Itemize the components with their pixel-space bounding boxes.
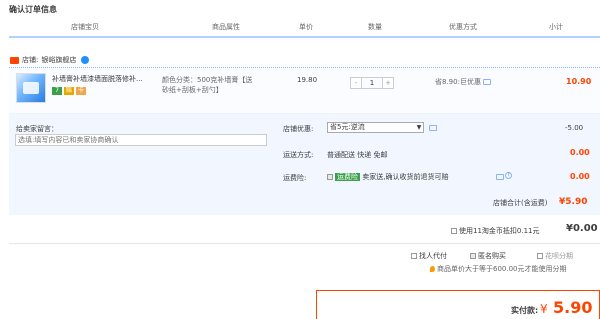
product-thumbnail[interactable] (16, 73, 46, 103)
divider (9, 243, 600, 244)
discount-message-icon[interactable] (429, 125, 437, 131)
column-header-shop-item: 店铺宝贝 (71, 23, 99, 31)
quantity-decrease-button[interactable]: - (351, 78, 361, 88)
final-currency: ¥ (540, 302, 548, 316)
coin-value: ¥0.00 (566, 223, 598, 234)
shop-total-value: ¥5.90 (559, 197, 588, 207)
remark-label: 给卖家留言： (16, 125, 58, 133)
shop-discount-selected: 省5元:逆流 (330, 123, 365, 131)
insurance-amount: 0.00 (570, 172, 590, 181)
quantity-increase-button[interactable]: + (383, 78, 393, 88)
coin-label: 使用11淘金币抵扣0.11元 (459, 227, 540, 235)
shipping-label: 运送方式: (283, 151, 314, 159)
help-icon[interactable]: ? (505, 172, 512, 179)
installment-label: 花呗分期 (545, 252, 573, 260)
installment-checkbox[interactable] (537, 253, 543, 259)
coin-option: 使用11淘金币抵扣0.11元 (451, 226, 540, 236)
final-amount: 5.90 (553, 298, 593, 317)
compensation-icon[interactable]: 赔 (64, 87, 74, 95)
anonymous-option: 匿名购买 (470, 251, 506, 261)
card-icon[interactable]: 卡 (76, 87, 86, 95)
seven-day-return-icon[interactable]: 7 (52, 87, 62, 95)
column-header-attributes: 商品属性 (212, 23, 240, 31)
column-header-discount: 优惠方式 (449, 23, 477, 31)
shop-discount-label: 店铺优惠: (283, 125, 314, 133)
discount-info-icon[interactable] (482, 79, 491, 85)
proxy-pay-label: 找人代付 (419, 252, 447, 260)
shop-line: 店铺: 银峪旗舰店 (10, 55, 90, 65)
shipping-amount: 0.00 (570, 148, 590, 157)
header-divider (9, 36, 600, 38)
proxy-pay-option: 找人代付 (411, 251, 447, 261)
shop-label: 店铺: (22, 56, 39, 64)
product-attributes: 颜色分类：500克补墙膏【送 砂纸+刮板+刮勺】 (162, 75, 274, 95)
shop-discount-amount: -5.00 (565, 124, 584, 132)
insurance-message-icon[interactable] (496, 174, 504, 180)
item-discount: 省8.90:巨优惠 (435, 77, 491, 87)
column-header-subtotal: 小计 (549, 23, 563, 31)
insurance-option: 运费险 卖家送,确认收货前退货可赔 (327, 172, 448, 182)
installment-note-text: 商品单价大于等于600.00元才能使用分期 (437, 265, 567, 273)
insurance-text: 卖家送,确认收货前退货可赔 (362, 173, 449, 181)
item-subtotal: 10.90 (566, 77, 592, 86)
anonymous-checkbox[interactable] (470, 253, 476, 259)
shop-icon (10, 56, 19, 64)
chat-icon[interactable] (81, 56, 90, 64)
anonymous-label: 匿名购买 (478, 252, 506, 260)
final-label: 实付款: (511, 306, 539, 315)
location-pin-icon (430, 266, 435, 272)
column-header-quantity: 数量 (368, 23, 382, 31)
chevron-down-icon: ▼ (416, 124, 422, 131)
section-title: 确认订单信息 (9, 5, 57, 14)
attribute-line: 砂纸+刮板+刮勺】 (162, 86, 223, 94)
proxy-pay-checkbox[interactable] (411, 253, 417, 259)
shop-name-link[interactable]: 银峪旗舰店 (41, 55, 76, 65)
product-title-link[interactable]: 补墙膏补墙漆墙面脱落修补... (52, 75, 160, 84)
column-header-price: 单价 (299, 23, 313, 31)
shop-discount-select[interactable]: 省5元:逆流 ▼ (327, 122, 424, 133)
attribute-line: 颜色分类：500克补墙膏【送 (162, 76, 253, 84)
shop-total-label: 店铺合计(含运费) (493, 199, 548, 207)
quantity-stepper: - 1 + (350, 77, 394, 89)
remark-input[interactable] (15, 134, 267, 146)
unit-price: 19.80 (297, 76, 318, 84)
installment-option: 花呗分期 (537, 251, 573, 261)
quantity-input[interactable]: 1 (361, 78, 383, 88)
item-discount-text: 省8.90:巨优惠 (435, 78, 481, 86)
service-badges: 7 赔 卡 (52, 87, 86, 95)
coin-checkbox[interactable] (451, 228, 457, 234)
insurance-tag: 运费险 (335, 173, 360, 181)
insurance-checkbox[interactable] (327, 174, 333, 180)
insurance-label: 运费险: (283, 174, 307, 182)
shipping-value: 普通配送 快递 免邮 (327, 151, 388, 159)
installment-note: 商品单价大于等于600.00元才能使用分期 (430, 264, 567, 274)
